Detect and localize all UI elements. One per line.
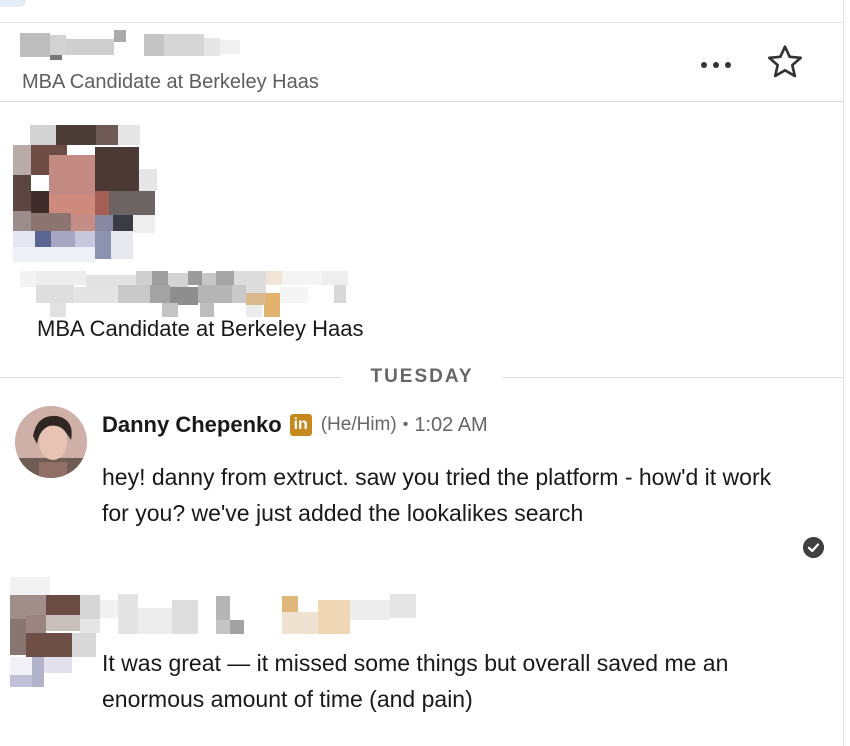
star-icon[interactable] [764,42,806,82]
meta-separator: • [402,416,409,433]
more-options-icon[interactable] [694,54,738,76]
reply-name-redacted[interactable] [100,594,420,636]
message-body: hey! danny from extruct. saw you tried t… [102,464,772,526]
profile-headline: MBA Candidate at Berkeley Haas [37,316,364,341]
header-name-redacted[interactable] [20,30,240,60]
linkedin-premium-icon: in [289,414,312,436]
sender-name[interactable]: Danny Chepenko [102,412,282,438]
profile-name-redacted[interactable] [20,271,350,319]
header-divider [0,101,843,102]
message-body: It was great — it missed some things but… [102,650,729,712]
sender-avatar[interactable] [15,406,87,478]
day-divider-label: TUESDAY [342,364,502,390]
seen-check-icon [803,537,824,558]
message-meta: Danny Chepenko in (He/Him) • 1:02 AM [102,410,488,440]
top-tab-indicator [0,0,26,7]
message-time: 1:02 AM [414,413,488,436]
header-headline: MBA Candidate at Berkeley Haas [22,71,319,93]
sender-pronouns: (He/Him) [320,414,397,435]
top-divider [0,22,843,23]
avatar-photo [15,406,87,478]
panel-right-border [843,0,844,746]
profile-photo-redacted[interactable] [13,125,159,262]
reply-avatar-redacted[interactable] [10,577,100,689]
